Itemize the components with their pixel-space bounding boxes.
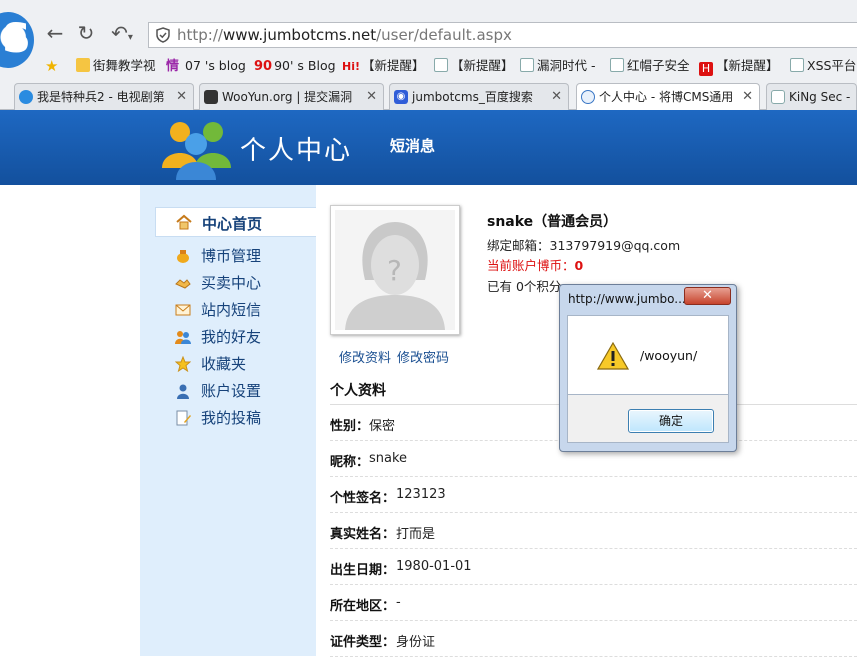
sidebar-item-label: 收藏夹: [201, 355, 247, 373]
sidebar-item-label: 买卖中心: [201, 274, 262, 292]
wooyun-icon: [204, 90, 218, 104]
user-points: 已有 0个积分: [487, 279, 562, 294]
sidebar-item-label: 博币管理: [201, 247, 262, 265]
bookmark-item[interactable]: Hi! 【新提醒】: [342, 57, 425, 75]
bookmark-item[interactable]: 街舞教学视: [76, 57, 156, 75]
alert-title: http://www.jumbo...: [568, 292, 686, 306]
coin-bag-icon: [177, 250, 189, 263]
bookmark-item[interactable]: XSS平台-: [790, 57, 857, 75]
user-settings-icon: [177, 384, 189, 399]
sidebar-item-label: 我的好友: [201, 328, 262, 346]
profile-row-region: 所在地区： -: [330, 585, 857, 621]
page-icon: [771, 90, 785, 104]
bookmark-item[interactable]: 【新提醒】: [434, 57, 514, 75]
edit-profile-link[interactable]: 修改资料: [339, 347, 391, 366]
folder-icon: [76, 58, 90, 72]
browser-tab[interactable]: KiNg Sec -: [766, 83, 857, 110]
alert-footer: 确定: [567, 395, 729, 443]
ie-page-icon: [581, 90, 595, 104]
browser-tab[interactable]: WooYun.org | 提交漏洞 ✕: [199, 83, 384, 110]
bookmark-item[interactable]: H 【新提醒】: [699, 57, 779, 76]
refresh-icon[interactable]: ↻: [75, 22, 97, 44]
bookmarks-bar: ★ 街舞教学视 情 07 's blog 90 90' s Blog Hi! 【新提…: [0, 53, 857, 79]
sidebar-item-label: 中心首页: [202, 215, 263, 233]
baidu-paw-icon: ◉: [394, 90, 408, 104]
svg-text:?: ?: [387, 254, 402, 287]
close-tab-icon[interactable]: ✕: [547, 84, 562, 110]
page-title: 个人中心: [240, 136, 353, 166]
bookmark-item[interactable]: 漏洞时代 -: [520, 57, 595, 75]
sidebar-item-label: 站内短信: [201, 301, 262, 319]
user-email: 绑定邮箱：313797919@qq.com: [487, 238, 681, 253]
profile-row-birthdate: 出生日期： 1980-01-01: [330, 549, 857, 585]
star-icon: [175, 356, 191, 372]
close-tab-icon[interactable]: ✕: [172, 84, 187, 110]
undo-dropdown-icon[interactable]: ↶▾: [106, 22, 138, 44]
bookmark-item[interactable]: 红帽子安全: [610, 57, 690, 75]
close-tab-icon[interactable]: ✕: [362, 84, 377, 110]
tab-strip: 我是特种兵2 - 电视剧第 ✕ WooYun.org | 提交漏洞 ✕ ◉ jumb…: [0, 82, 857, 111]
page-icon: [520, 58, 534, 72]
h-icon: H: [699, 62, 713, 76]
bookmarks-star-icon[interactable]: ★: [45, 57, 58, 75]
user-group-logo-icon: [162, 122, 231, 180]
bookmark-item[interactable]: 情 07 's blog: [166, 57, 246, 75]
profile-row-signature: 个性签名： 123123: [330, 477, 857, 513]
browser-chrome: S ← ↻ ↶▾ http://www.jumbotcms.net/user/d…: [0, 0, 857, 111]
edit-password-link[interactable]: 修改密码: [397, 347, 449, 366]
address-bar[interactable]: http://www.jumbotcms.net/user/default.as…: [148, 22, 857, 48]
home-icon: [176, 214, 192, 230]
close-tab-icon[interactable]: ✕: [738, 84, 753, 110]
envelope-icon: [175, 304, 191, 316]
document-edit-icon: [176, 410, 191, 426]
alert-body: /wooyun/: [567, 315, 729, 395]
back-arrow-icon[interactable]: ←: [44, 22, 66, 44]
alert-dialog: http://www.jumbo... ✕ /wooyun/ 确定: [559, 284, 737, 452]
page-icon: [434, 58, 448, 72]
site-header: 个人中心 短消息: [0, 110, 857, 185]
alert-message: /wooyun/: [640, 348, 698, 363]
profile-section-title: 个人资料: [330, 383, 386, 399]
friends-icon: [175, 331, 191, 344]
user-coins: 当前账户博币：0: [487, 258, 584, 273]
browser-tab-active[interactable]: 个人中心 - 将博CMS通用 ✕: [576, 83, 760, 111]
nav-messages-link[interactable]: 短消息: [390, 135, 435, 156]
sidebar-item-label: 账户设置: [201, 382, 262, 400]
browser-tab[interactable]: 我是特种兵2 - 电视剧第 ✕: [14, 83, 194, 110]
ok-button[interactable]: 确定: [628, 409, 714, 433]
page-icon: [790, 58, 804, 72]
sidebar-item-label: 我的投稿: [201, 409, 262, 427]
handshake-icon: [175, 279, 191, 289]
shield-icon: [156, 27, 170, 43]
url-text[interactable]: http://www.jumbotcms.net/user/default.as…: [177, 26, 512, 44]
page-icon: [610, 58, 624, 72]
profile-row-real-name: 真实姓名： 打而是: [330, 513, 857, 549]
user-name: snake（普通会员）: [487, 214, 618, 230]
bookmark-item[interactable]: 90 90' s Blog: [254, 57, 336, 75]
browser-tab[interactable]: ◉ jumbotcms_百度搜索 ✕: [389, 83, 569, 110]
warning-icon: [597, 342, 629, 370]
alert-close-button[interactable]: ✕: [684, 287, 731, 305]
shield-icon: [19, 90, 33, 104]
profile-row-id-type: 证件类型： 身份证: [330, 621, 857, 657]
avatar: ?: [330, 205, 460, 335]
default-avatar-icon: ?: [335, 210, 455, 330]
sidebar-item-home[interactable]: 中心首页: [155, 207, 316, 237]
sidebar: 中心首页 博币管理 买卖中心 站内短信 我的好友 收藏夹 账户设置 我的投稿: [140, 185, 316, 656]
